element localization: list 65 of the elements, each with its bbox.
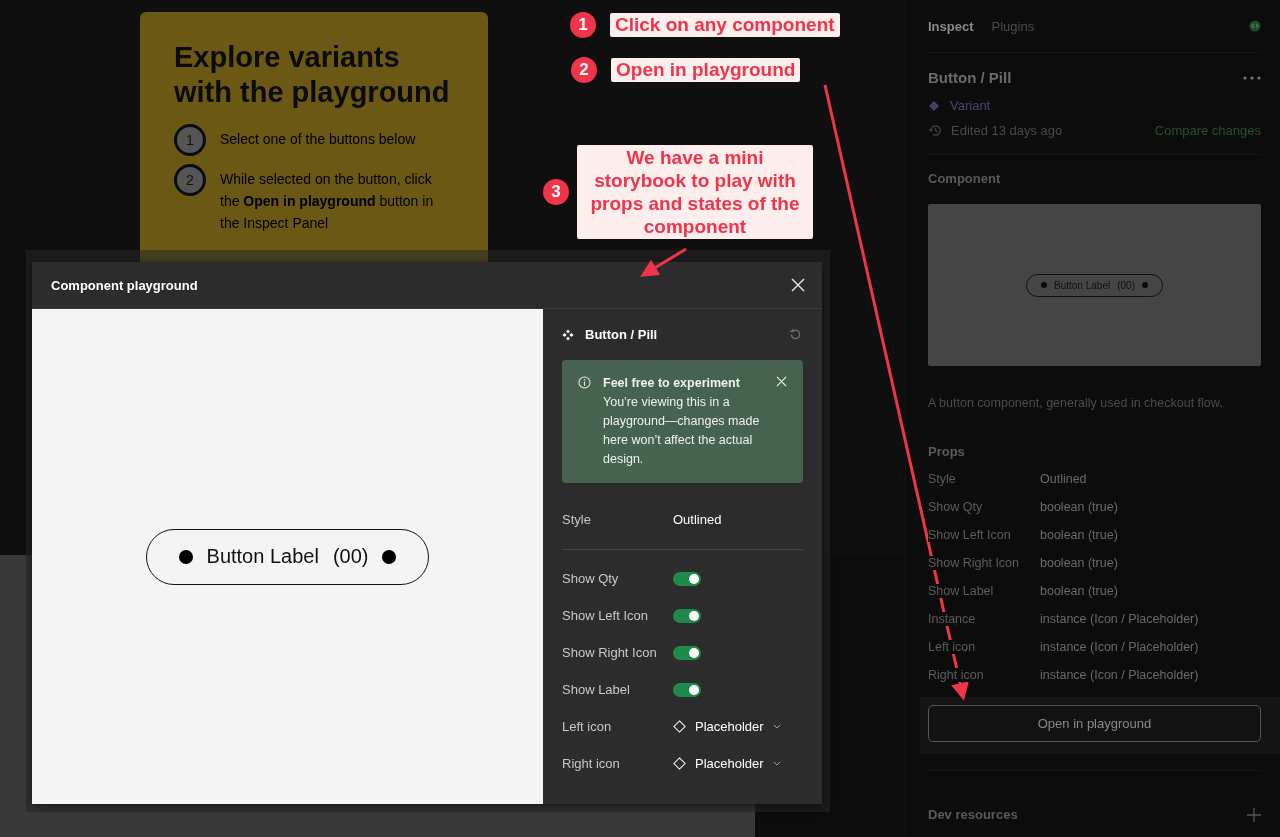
prop-name: Show Left Icon: [928, 528, 1011, 542]
annotation-arrow: [640, 247, 687, 277]
prop-label: Left icon: [562, 719, 613, 734]
prop-value: boolean (true): [1040, 528, 1118, 542]
chevron-down-icon: [772, 761, 781, 766]
prop-name: Left icon: [928, 640, 976, 654]
toggle-switch[interactable]: [673, 608, 701, 623]
step-text: Select one of the buttons below: [220, 130, 416, 149]
code-icon[interactable]: [1249, 20, 1261, 32]
prop-value: boolean (true): [1040, 584, 1118, 598]
close-icon[interactable]: [791, 278, 805, 292]
annotation-text: Open in playground: [611, 58, 801, 82]
diamond-icon: [673, 757, 686, 770]
prop-name: Show Right Icon: [928, 556, 1020, 570]
prop-value: Outlined: [1040, 472, 1087, 486]
reset-icon[interactable]: [788, 327, 803, 342]
prop-label: Show Right Icon: [562, 645, 658, 660]
history-icon: [928, 123, 943, 138]
toggle-switch[interactable]: [673, 645, 701, 660]
prop-value: instance (Icon / Placeholder): [1040, 640, 1199, 654]
step-text: While selected on the button, click the Open in playground button in the Inspect Panel: [220, 170, 435, 233]
component-name: Button / Pill: [585, 327, 658, 342]
component-icon: [562, 328, 574, 341]
card-title: Explore variants with the playground: [174, 40, 451, 110]
variant-label: Variant: [950, 98, 991, 113]
info-icon: [578, 376, 591, 389]
toggle-switch[interactable]: [673, 682, 701, 697]
notice-text: You’re viewing this in a playground—changes made here won’t affect the actual design.: [603, 394, 761, 468]
prop-label: Show Label: [562, 682, 631, 697]
prop-label: Style: [562, 511, 592, 527]
component-description: A button component, generally used in checkout flow.: [928, 396, 1224, 410]
prop-value: instance (Icon / Placeholder): [1040, 668, 1199, 682]
section-title: Props: [928, 444, 966, 459]
icon-dropdown[interactable]: Placeholder: [673, 719, 781, 734]
step-number: 1: [174, 124, 206, 156]
open-in-playground-button[interactable]: Open in playground: [928, 705, 1261, 742]
prop-value: boolean (true): [1040, 556, 1118, 570]
diamond-icon: [928, 99, 940, 112]
prop-value[interactable]: Outlined: [673, 511, 722, 527]
edited-time: Edited 13 days ago: [951, 123, 1063, 138]
toggle-switch[interactable]: [673, 571, 701, 586]
prop-label: Right icon: [562, 756, 621, 771]
section-title: Component: [928, 171, 1002, 186]
prop-name: Style: [928, 472, 956, 486]
section-title: Dev resources: [928, 807, 1018, 822]
prop-value: boolean (true): [1040, 500, 1118, 514]
panel-tab[interactable]: Inspect: [928, 18, 974, 34]
prop-name: Show Label: [928, 584, 994, 598]
notice-title: Feel free to experiment: [603, 375, 741, 392]
more-icon[interactable]: [1243, 75, 1261, 80]
diamond-icon: [673, 720, 686, 733]
component-name: Button / Pill: [928, 69, 1012, 86]
prop-value: instance (Icon / Placeholder): [1040, 612, 1199, 626]
prop-name: Right icon: [928, 668, 984, 682]
prop-label: Show Left Icon: [562, 608, 649, 623]
annotation-text: We have a mini storybook to play with props and states of the component: [577, 145, 813, 239]
prop-name: Show Qty: [928, 500, 983, 514]
annotation-text: Click on any component: [610, 13, 840, 37]
prop-name: Instance: [928, 612, 976, 626]
icon-dropdown[interactable]: Placeholder: [673, 756, 781, 771]
chevron-down-icon: [772, 724, 781, 729]
dialog-title: Component playground: [51, 277, 198, 293]
step-number: 2: [174, 164, 206, 196]
close-icon[interactable]: [776, 376, 787, 387]
prop-label: Show Qty: [562, 571, 620, 586]
